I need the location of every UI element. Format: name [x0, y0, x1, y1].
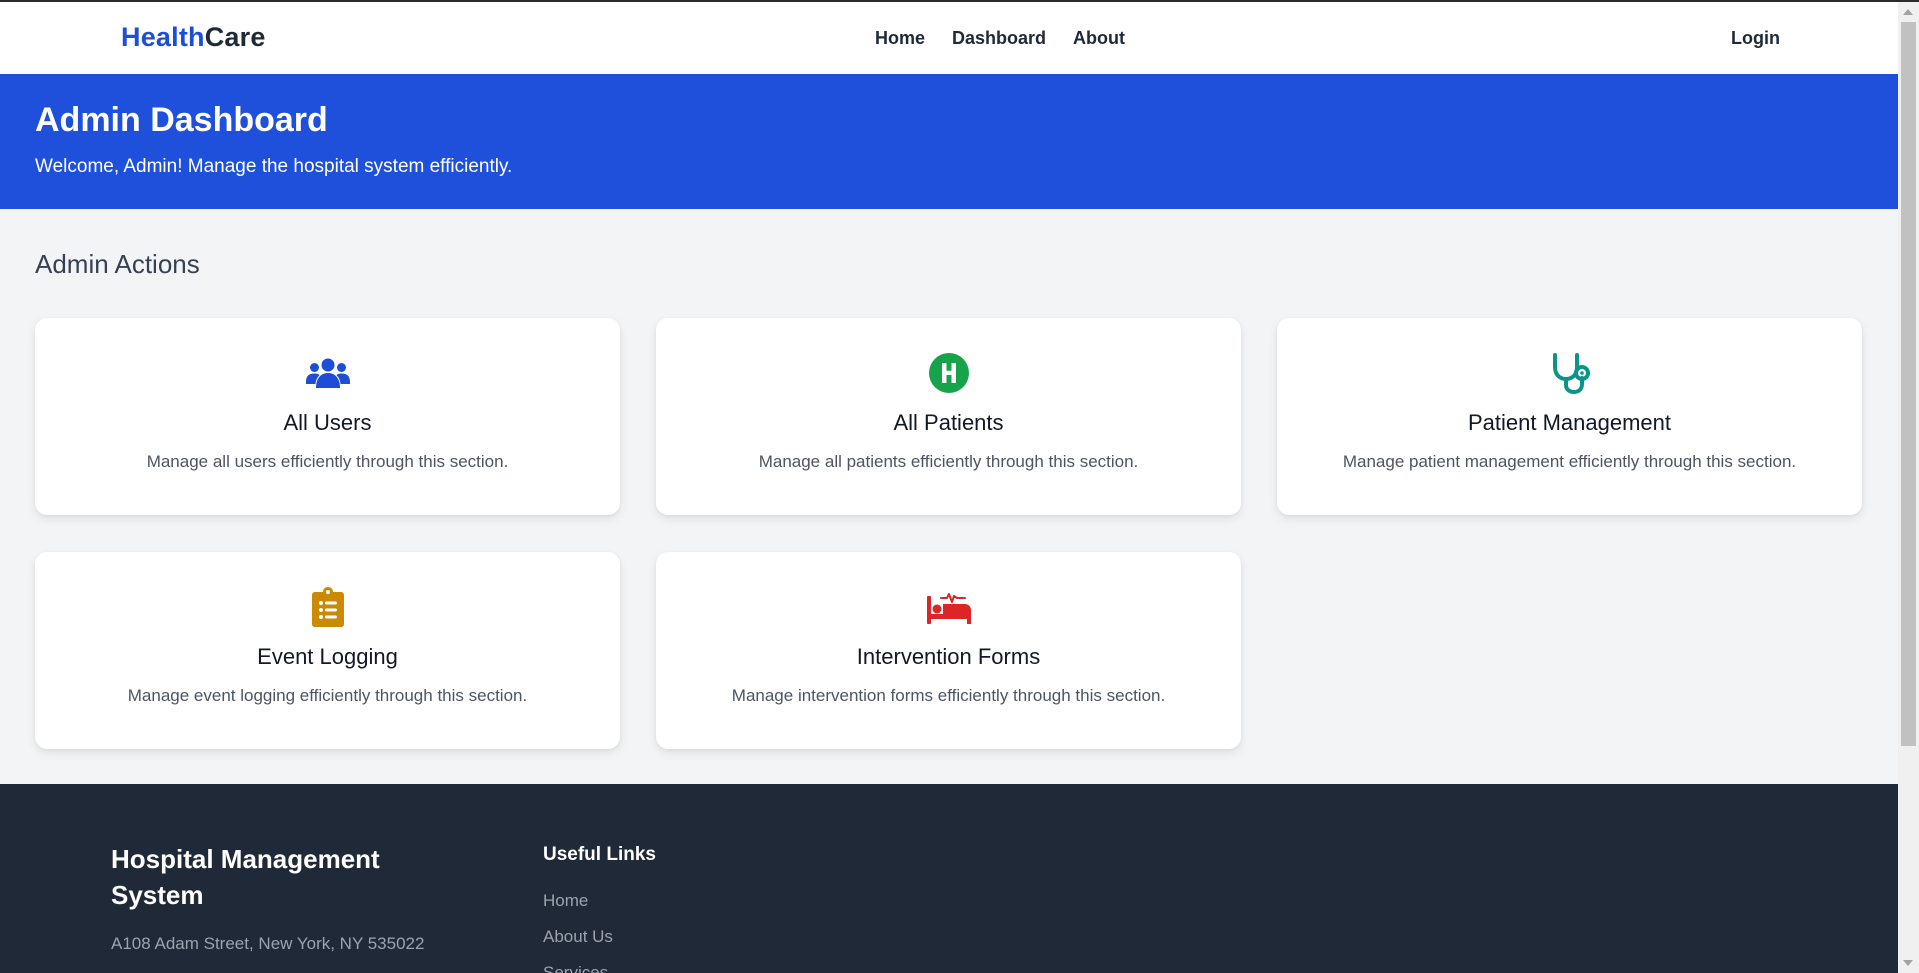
footer-links-title: Useful Links: [543, 844, 656, 865]
card-all-patients[interactable]: All Patients Manage all patients efficie…: [656, 318, 1241, 515]
page-title: Admin Dashboard: [35, 101, 328, 139]
card-title: Intervention Forms: [856, 644, 1041, 669]
footer-title: Hospital Management System: [111, 844, 380, 910]
welcome-message: Welcome, Admin! Manage the hospital syst…: [35, 156, 513, 177]
section-title: Admin Actions: [35, 249, 200, 279]
brand-logo[interactable]: HealthCare: [121, 22, 266, 53]
bed-pulse-icon: [656, 585, 1241, 629]
brand-part-care: Care: [204, 22, 266, 52]
hero-banner: Admin Dashboard Welcome, Admin! Manage t…: [0, 74, 1898, 209]
scroll-up-arrow-icon[interactable]: [1903, 9, 1913, 15]
card-patient-management[interactable]: Patient Management Manage patient manage…: [1277, 318, 1862, 515]
footer-about-link[interactable]: About Us: [543, 927, 613, 946]
footer-services-link[interactable]: Services: [543, 963, 608, 973]
card-event-logging[interactable]: Event Logging Manage event logging effic…: [35, 552, 620, 749]
hospital-h-icon: [656, 351, 1241, 395]
card-description: Manage all users efficiently through thi…: [146, 452, 509, 471]
card-title: All Users: [283, 410, 372, 435]
login-link[interactable]: Login: [1731, 28, 1780, 49]
nav-about-link[interactable]: About: [1073, 28, 1125, 49]
nav-dashboard-link[interactable]: Dashboard: [952, 28, 1046, 49]
users-icon: [35, 351, 620, 395]
footer-address: A108 Adam Street, New York, NY 535022: [111, 934, 425, 953]
footer-link-item: Services: [543, 963, 613, 973]
page: HealthCare Home Dashboard About Login Ad…: [0, 2, 1898, 973]
scroll-down-arrow-icon[interactable]: [1903, 960, 1913, 966]
footer-link-item: About Us: [543, 927, 613, 963]
footer-links: Home About Us Services: [543, 891, 613, 973]
card-title: All Patients: [893, 410, 1004, 435]
footer: Hospital Management System A108 Adam Str…: [0, 784, 1898, 973]
footer-link-item: Home: [543, 891, 613, 927]
vertical-scrollbar[interactable]: [1898, 2, 1919, 973]
brand-part-health: Health: [121, 22, 205, 52]
scrollbar-thumb[interactable]: [1901, 22, 1916, 746]
card-title: Patient Management: [1467, 410, 1672, 435]
nav-home-link[interactable]: Home: [875, 28, 925, 49]
nav-links: Home Dashboard About: [875, 28, 1125, 49]
footer-home-link[interactable]: Home: [543, 891, 588, 910]
card-description: Manage event logging efficiently through…: [127, 686, 528, 705]
clipboard-list-icon: [35, 585, 620, 629]
navbar: HealthCare Home Dashboard About Login: [0, 2, 1898, 74]
card-intervention-forms[interactable]: Intervention Forms Manage intervention f…: [656, 552, 1241, 749]
card-title: Event Logging: [257, 644, 398, 669]
card-description: Manage patient management efficiently th…: [1342, 452, 1797, 471]
card-all-users[interactable]: All Users Manage all users efficiently t…: [35, 318, 620, 515]
card-description: Manage intervention forms efficiently th…: [731, 686, 1166, 705]
card-description: Manage all patients efficiently through …: [758, 452, 1139, 471]
stethoscope-icon: [1277, 351, 1862, 395]
